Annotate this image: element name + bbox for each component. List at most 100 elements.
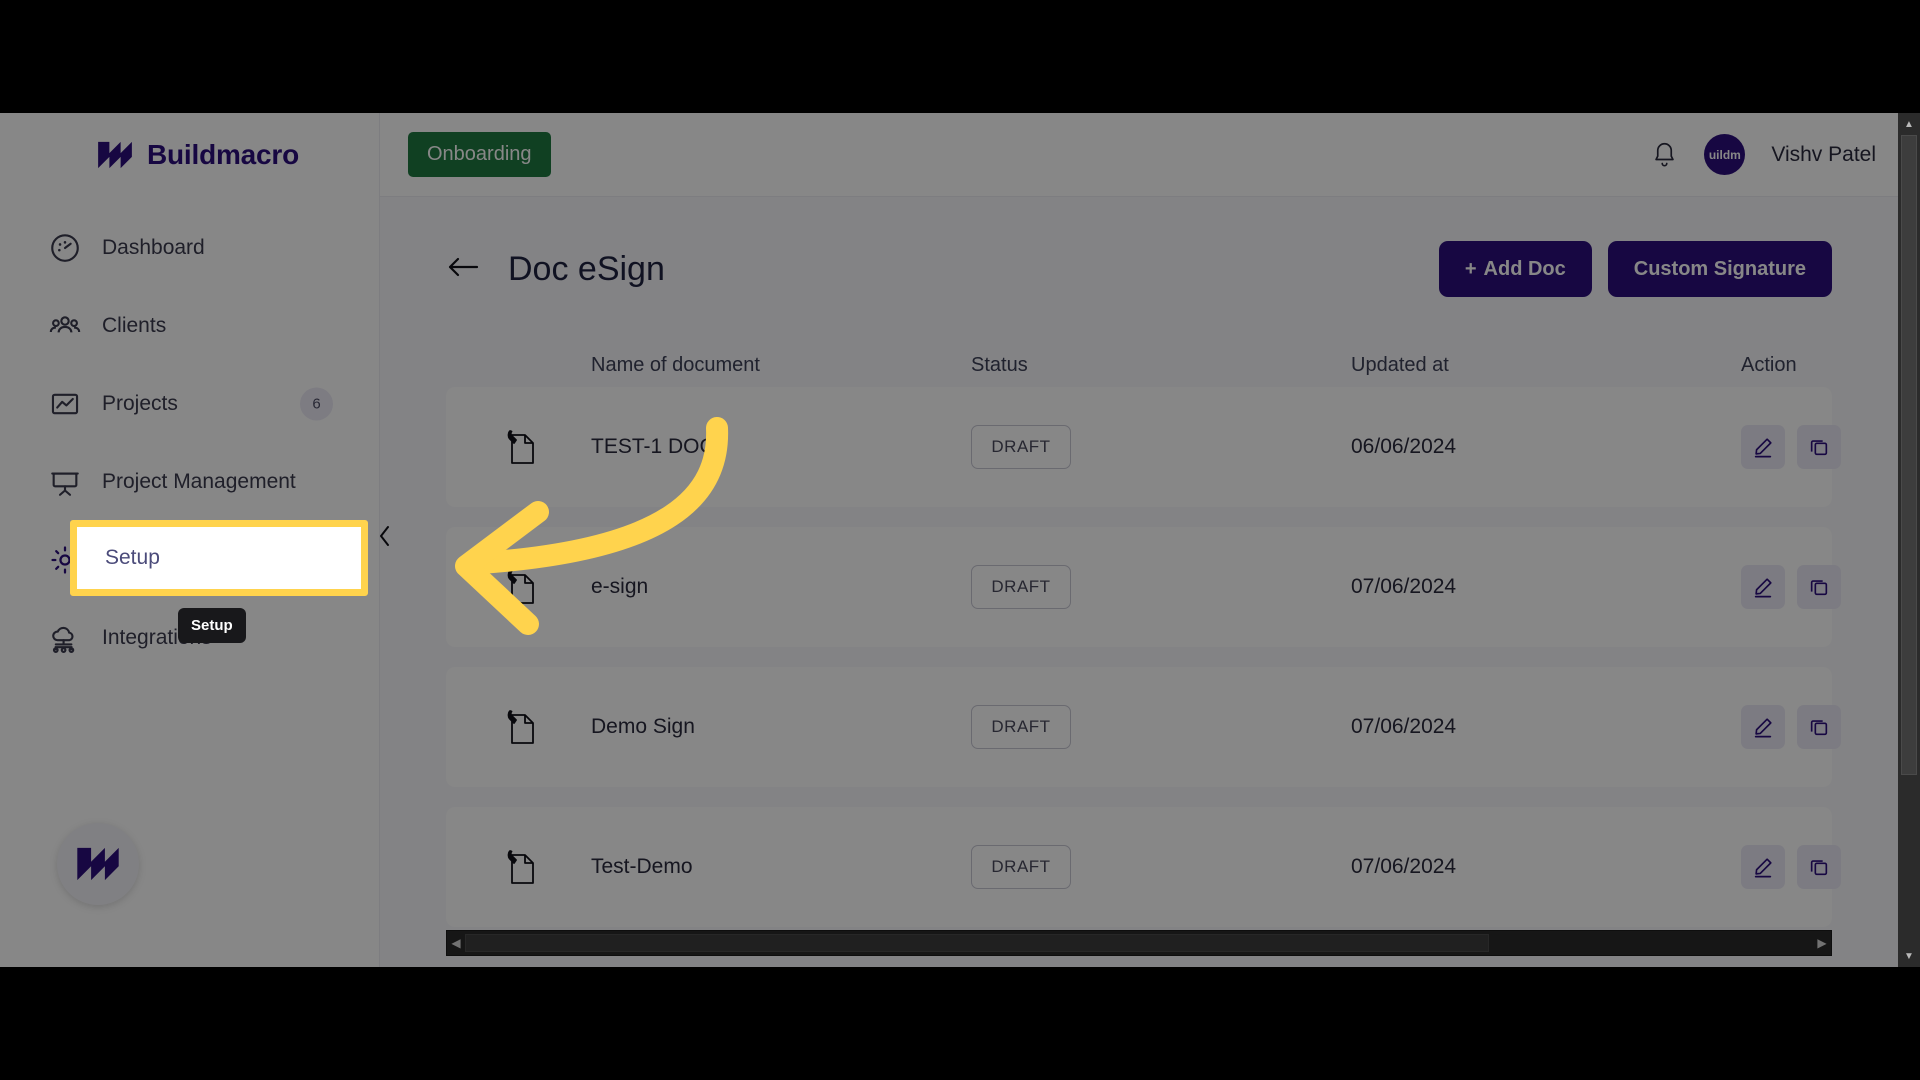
horizontal-scrollbar[interactable]: ◀ ▶ [446,930,1832,956]
buildmacro-m-logo-icon [98,141,132,169]
topbar: Onboarding uildm Vishv Patel [380,113,1920,197]
documents-table: Name of document Status Updated at Actio… [380,343,1898,927]
copy-duplicate-icon [1810,720,1828,736]
highlight-box-setup[interactable]: Setup [70,520,368,596]
column-header-updated: Updated at [1351,353,1449,376]
projects-chart-icon [51,393,79,415]
avatar[interactable]: uildm [1704,134,1746,175]
brand-logo[interactable]: Buildmacro [0,113,379,171]
edit-button[interactable] [1741,425,1785,469]
dashboard-gauge-icon [51,234,79,262]
status-badge: DRAFT [971,705,1071,749]
edit-pencil-icon [1754,438,1772,458]
duplicate-button[interactable] [1797,845,1841,889]
hscroll-left-arrow[interactable]: ◀ [447,931,465,955]
updated-at: 07/06/2024 [1351,855,1457,878]
integrations-cloud-icon [52,626,75,653]
status-badge: DRAFT [971,425,1071,469]
document-sign-icon [507,430,534,464]
project-management-board-icon [51,472,79,496]
row-actions [1741,845,1841,889]
document-sign-icon [507,570,534,604]
duplicate-button[interactable] [1797,425,1841,469]
notification-bell-icon[interactable] [1651,140,1678,170]
table-header-row: Name of document Status Updated at Actio… [446,343,1832,387]
edit-button[interactable] [1741,565,1785,609]
status-cell: DRAFT [971,705,1351,749]
buildmacro-m-logo-icon [77,847,119,881]
highlight-label: Setup [105,546,160,569]
edit-pencil-icon [1754,718,1772,738]
table-row[interactable]: Demo Sign DRAFT 07/06/2024 [446,667,1841,787]
sidebar-item-projects[interactable]: Projects 6 [0,365,379,443]
onboarding-button[interactable]: Onboarding [408,132,551,177]
plus-icon: + [1464,257,1477,280]
arrow-left-icon [448,257,479,277]
updated-at: 07/06/2024 [1351,575,1457,598]
table-body: TEST-1 DOC DRAFT 06/06/2024 e-sign DRAFT 07/0… [446,387,1841,927]
row-actions [1741,565,1841,609]
sidebar-item-clients[interactable]: Clients [0,287,379,365]
page-title: Doc eSign [508,249,665,288]
page-header: Doc eSign + Add Doc Custom Signature [380,197,1898,297]
back-button[interactable] [446,252,480,286]
table-row[interactable]: e-sign DRAFT 07/06/2024 [446,527,1841,647]
sidebar-bottom-logo[interactable] [57,823,139,905]
hscroll-right-arrow[interactable]: ▶ [1813,931,1831,955]
sidebar-item-label: Dashboard [102,236,205,259]
row-actions [1741,705,1841,749]
status-badge: DRAFT [971,565,1071,609]
chevron-left-icon [380,526,389,546]
column-header-status: Status [971,353,1028,376]
vscroll-thumb[interactable] [1901,135,1917,775]
edit-pencil-icon [1754,858,1772,878]
page-actions: + Add Doc Custom Signature [1438,241,1832,297]
projects-count-badge: 6 [300,387,333,421]
column-header-action: Action [1741,353,1797,376]
copy-duplicate-icon [1810,440,1828,456]
sidebar-item-integrations[interactable]: Integrations [0,599,379,677]
table-row[interactable]: TEST-1 DOC DRAFT 06/06/2024 [446,387,1841,507]
clients-people-icon [49,316,81,333]
vertical-scrollbar[interactable]: ▲ ▼ [1898,113,1920,967]
table-row[interactable]: Test-Demo DRAFT 07/06/2024 [446,807,1841,927]
status-badge: DRAFT [971,845,1071,889]
row-icon-cell [446,427,591,467]
status-cell: DRAFT [971,425,1351,469]
copy-duplicate-icon [1810,860,1828,876]
row-icon-cell [446,847,591,887]
sidebar-item-label: Clients [102,314,167,337]
row-icon-cell [446,707,591,747]
document-sign-icon [507,850,534,884]
duplicate-button[interactable] [1797,705,1841,749]
copy-duplicate-icon [1810,580,1828,596]
document-name: e-sign [591,575,649,598]
sidebar-collapse-button[interactable] [372,516,398,556]
add-doc-button[interactable]: + Add Doc [1438,241,1592,297]
status-cell: DRAFT [971,845,1351,889]
document-name: TEST-1 DOC [591,435,715,458]
document-sign-icon [507,710,534,744]
duplicate-button[interactable] [1797,565,1841,609]
updated-at: 07/06/2024 [1351,715,1457,738]
vscroll-up-arrow[interactable]: ▲ [1898,113,1920,135]
hscroll-thumb[interactable] [465,934,1490,952]
brand-name: Buildmacro [147,139,300,170]
sidebar-item-label: Project Management [102,470,296,493]
custom-signature-label: Custom Signature [1633,257,1806,280]
document-name: Test-Demo [591,855,693,878]
topbar-right-group: uildm Vishv Patel [1651,134,1876,175]
sidebar-item-dashboard[interactable]: Dashboard [0,209,379,287]
row-icon-cell [446,567,591,607]
document-name: Demo Sign [591,715,695,738]
row-actions [1741,425,1841,469]
sidebar-item-project-management[interactable]: Project Management [0,443,379,521]
updated-at: 06/06/2024 [1351,435,1457,458]
edit-button[interactable] [1741,845,1785,889]
user-name[interactable]: Vishv Patel [1771,143,1876,167]
edit-button[interactable] [1741,705,1785,749]
sidebar-item-label: Projects [102,392,178,415]
vscroll-down-arrow[interactable]: ▼ [1898,945,1920,967]
sidebar-nav: Dashboard Clients Projects 6 Project Man… [0,209,379,677]
custom-signature-button[interactable]: Custom Signature [1607,241,1832,297]
